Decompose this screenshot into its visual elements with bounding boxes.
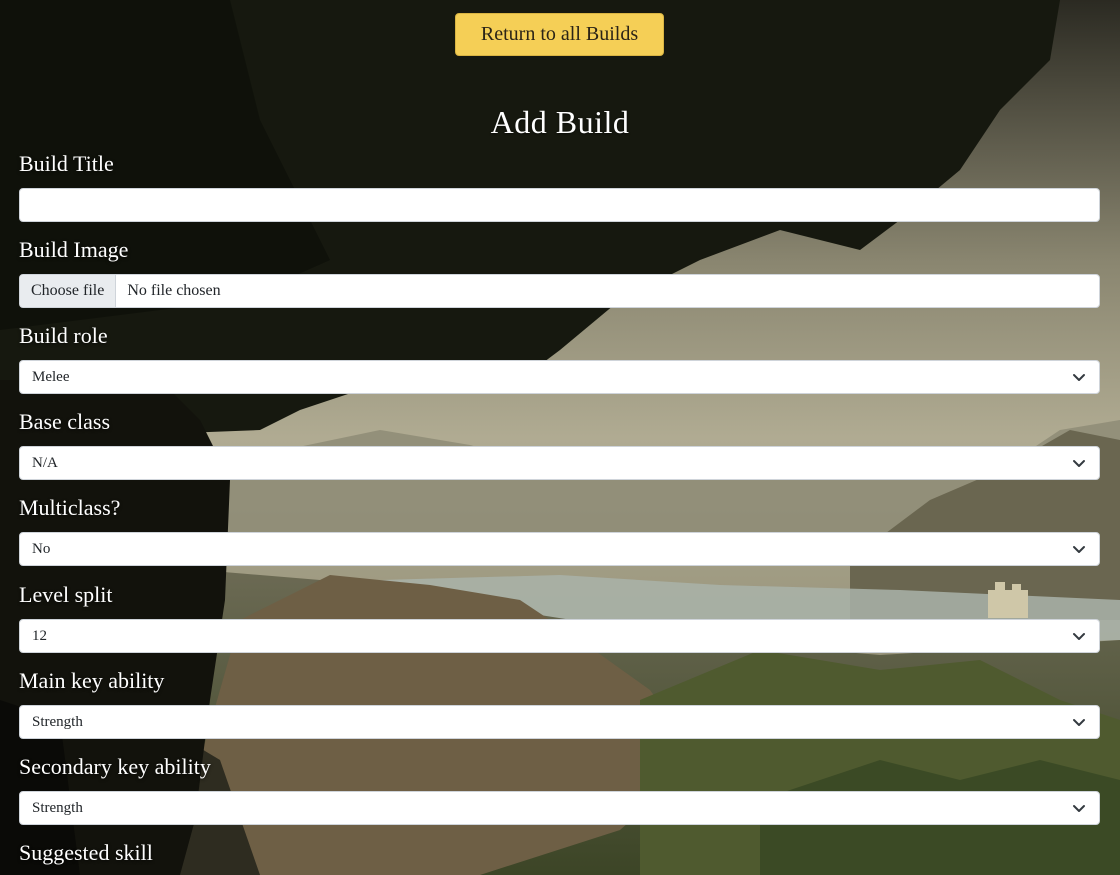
build-title-label: Build Title — [19, 151, 114, 176]
build-role-select[interactable]: Melee — [19, 360, 1100, 394]
base-class-value: N/A — [32, 454, 58, 471]
multiclass-value: No — [32, 540, 51, 557]
build-title-input[interactable] — [19, 188, 1100, 222]
base-class-select[interactable]: N/A — [19, 446, 1100, 480]
level-split-label: Level split — [19, 582, 113, 607]
main-key-ability-select[interactable]: Strength — [19, 705, 1100, 739]
multiclass-select[interactable]: No — [19, 532, 1100, 566]
build-image-label: Build Image — [19, 237, 129, 262]
main-key-ability-label: Main key ability — [19, 668, 165, 693]
multiclass-label: Multiclass? — [19, 495, 121, 520]
secondary-key-ability-value: Strength — [32, 799, 83, 816]
main-key-ability-value: Strength — [32, 713, 83, 730]
return-to-all-builds-button[interactable]: Return to all Builds — [455, 13, 664, 56]
secondary-key-ability-label: Secondary key ability — [19, 754, 211, 779]
build-role-value: Melee — [32, 368, 70, 385]
chevron-down-icon — [1073, 805, 1085, 812]
chevron-down-icon — [1073, 460, 1085, 467]
file-status-text: No file chosen — [127, 282, 221, 299]
secondary-key-ability-select[interactable]: Strength — [19, 791, 1100, 825]
build-role-label: Build role — [19, 323, 108, 348]
suggested-skill-label: Suggested skill — [19, 840, 153, 865]
chevron-down-icon — [1073, 719, 1085, 726]
build-image-file-input[interactable]: Choose file No file chosen — [19, 274, 1100, 308]
base-class-label: Base class — [19, 409, 111, 434]
page-title: Add Build — [490, 104, 630, 140]
chevron-down-icon — [1073, 633, 1085, 640]
chevron-down-icon — [1073, 374, 1085, 381]
level-split-select[interactable]: 12 — [19, 619, 1100, 653]
chevron-down-icon — [1073, 546, 1085, 553]
choose-file-button[interactable]: Choose file — [20, 275, 117, 307]
level-split-value: 12 — [32, 627, 47, 644]
